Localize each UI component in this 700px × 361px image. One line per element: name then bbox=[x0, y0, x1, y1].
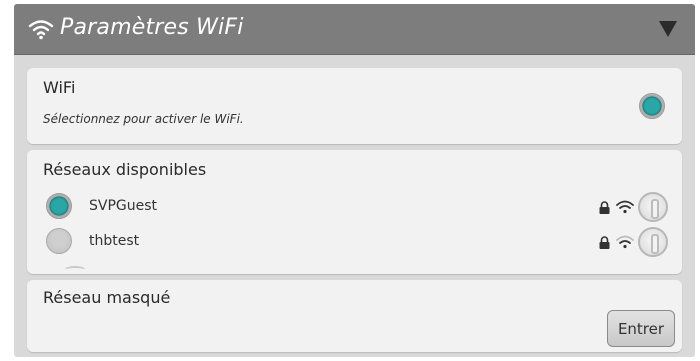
next-network-row-edge bbox=[65, 266, 85, 273]
network-name: SVPGuest bbox=[89, 198, 158, 214]
lock-icon bbox=[599, 201, 610, 214]
network-name: thbtest bbox=[89, 233, 140, 249]
lock-icon bbox=[599, 236, 610, 249]
wifi-toggle-card[interactable]: WiFi Sélectionnez pour activer le WiFi. bbox=[27, 68, 682, 144]
wifi-sublabel: Sélectionnez pour activer le WiFi. bbox=[43, 112, 244, 126]
wifi-signal-icon bbox=[616, 200, 634, 214]
settings-header[interactable]: Paramètres WiFi bbox=[14, 4, 695, 55]
network-info-button[interactable] bbox=[638, 192, 668, 222]
caret-down-icon[interactable] bbox=[659, 21, 677, 37]
network-select-radio[interactable] bbox=[46, 228, 72, 254]
network-select-radio[interactable] bbox=[46, 193, 72, 219]
enter-button[interactable]: Entrer bbox=[607, 310, 675, 347]
wifi-signal-icon bbox=[616, 235, 634, 249]
networks-label: Réseaux disponibles bbox=[43, 160, 207, 179]
wifi-label: WiFi bbox=[43, 78, 76, 97]
hidden-network-label: Réseau masqué bbox=[43, 288, 171, 307]
available-networks-card: Réseaux disponibles SVPGuest thbtest bbox=[27, 150, 682, 274]
network-row[interactable]: SVPGuest bbox=[27, 190, 682, 224]
network-row[interactable]: thbtest bbox=[27, 225, 682, 259]
wifi-settings-panel: Paramètres WiFi WiFi Sélectionnez pour a… bbox=[14, 4, 695, 357]
page-title: Paramètres WiFi bbox=[60, 15, 244, 40]
wifi-icon bbox=[28, 20, 54, 40]
wifi-enable-toggle[interactable] bbox=[639, 93, 665, 119]
network-info-button[interactable] bbox=[638, 227, 668, 257]
hidden-network-card: Réseau masqué Entrer bbox=[27, 280, 682, 352]
